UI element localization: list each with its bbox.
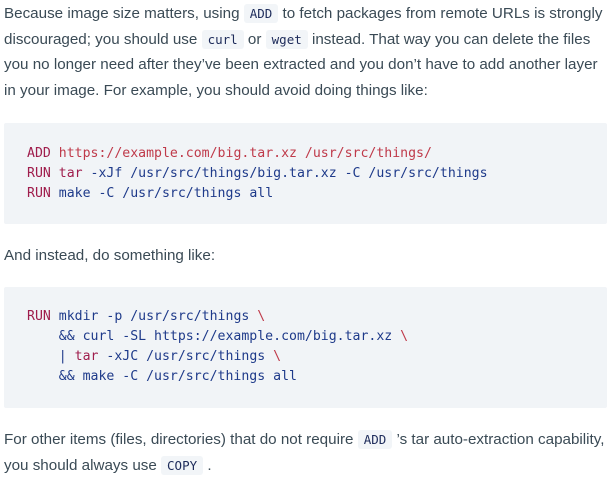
code-line-continuation: \ — [400, 329, 409, 344]
code-line: | tar -xJC /usr/src/things \ — [27, 347, 607, 367]
code-pipe: | — [27, 349, 75, 364]
code-text: && curl -SL https://example.com/big.tar.… — [27, 329, 401, 344]
code-line-continuation: \ — [273, 349, 282, 364]
code-text: mkdir -p /usr/src/things — [50, 309, 258, 324]
code-text: make -C /usr/src/things all — [50, 186, 274, 201]
code-line: RUN tar -xJf /usr/src/things/big.tar.xz … — [27, 164, 607, 184]
code-block-bad-example: ADD https://example.com/big.tar.xz /usr/… — [4, 123, 607, 224]
copy-text-1: For other items (files, directories) tha… — [4, 431, 358, 448]
copy-paragraph: For other items (files, directories) tha… — [4, 427, 607, 478]
code-line: RUN make -C /usr/src/things all — [27, 184, 607, 204]
code-text: https://example.com/big.tar.xz /usr/src/… — [50, 146, 432, 161]
code-line: RUN mkdir -p /usr/src/things \ — [27, 307, 607, 327]
copy-text-3: . — [203, 456, 212, 474]
code-line: && curl -SL https://example.com/big.tar.… — [27, 327, 607, 347]
code-line: && make -C /usr/src/things all — [27, 367, 607, 387]
code-command: tar — [74, 349, 99, 364]
inline-code-curl: curl — [201, 29, 244, 49]
code-keyword: RUN — [27, 186, 51, 201]
intro-text-3: or — [243, 30, 266, 48]
code-keyword: ADD — [27, 146, 51, 161]
code-line: ADD https://example.com/big.tar.xz /usr/… — [27, 144, 607, 164]
code-text: && make -C /usr/src/things all — [27, 369, 297, 384]
code-block-good-example: RUN mkdir -p /usr/src/things \ && curl -… — [4, 287, 607, 408]
code-text: -xJC /usr/src/things — [98, 349, 274, 364]
inline-code-wget: wget — [265, 29, 308, 49]
code-text: -xJf /usr/src/things/big.tar.xz -C /usr/… — [82, 166, 488, 181]
code-line-continuation: \ — [257, 309, 266, 324]
inline-code-add: ADD — [357, 430, 393, 449]
instead-paragraph: And instead, do something like: — [4, 247, 216, 264]
code-keyword: RUN — [27, 166, 51, 181]
intro-paragraph: Because image size matters, using ADD to… — [4, 1, 607, 103]
inline-code-copy: COPY — [161, 455, 204, 475]
code-command: tar — [50, 166, 83, 181]
intro-text-1: Because image size matters, using — [4, 5, 244, 22]
document: Because image size matters, using ADD to… — [0, 0, 607, 479]
code-keyword: RUN — [27, 309, 51, 324]
inline-code-add: ADD — [243, 4, 279, 23]
